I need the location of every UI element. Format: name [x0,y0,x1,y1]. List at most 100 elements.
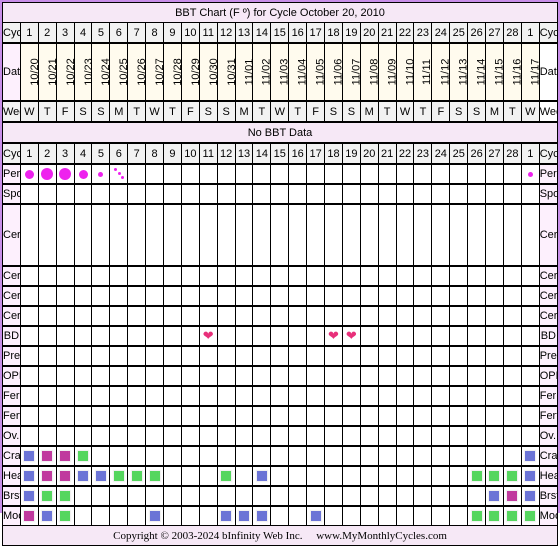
spotting-cell[interactable] [324,183,343,205]
cramps-cell[interactable] [431,445,451,467]
ov-pain-cell[interactable] [288,425,308,447]
fertmon-cell[interactable] [91,405,111,427]
ferning-cell[interactable] [288,385,308,407]
bd-cell[interactable] [73,325,93,347]
ov-pain-cell[interactable] [55,425,75,447]
preg-test-cell[interactable] [341,345,361,367]
preg-test-cell[interactable] [73,345,93,367]
fertmon-cell[interactable] [270,405,290,427]
cerv-pos-cell[interactable] [431,265,451,287]
brst-tend-cell[interactable] [324,485,343,507]
ov-pain-cell[interactable] [502,425,522,447]
preg-test-cell[interactable] [485,345,504,367]
bd-cell[interactable] [377,325,397,347]
cerv-fluid-cell[interactable] [270,203,290,267]
opk-cell[interactable] [73,365,93,387]
moody-cell[interactable] [145,505,165,526]
spotting-cell[interactable] [502,183,522,205]
cramps-cell[interactable] [91,445,111,467]
cerv-firm-cell[interactable] [37,285,57,307]
preg-test-cell[interactable] [467,345,487,367]
moody-cell[interactable] [127,505,147,526]
spotting-cell[interactable] [216,183,236,205]
fertmon-cell[interactable] [216,405,236,427]
cerv-pos-cell[interactable] [73,265,93,287]
cerv-opn-cell[interactable] [377,305,397,327]
brst-tend-cell[interactable] [163,485,182,507]
brst-tend-cell[interactable] [520,485,540,507]
period-cell[interactable] [252,163,272,185]
cerv-firm-cell[interactable] [91,285,111,307]
headache-cell[interactable] [73,465,93,487]
fertmon-cell[interactable] [288,405,308,427]
ov-pain-cell[interactable] [377,425,397,447]
spotting-cell[interactable] [91,183,111,205]
ferning-cell[interactable] [252,385,272,407]
period-cell[interactable] [502,163,522,185]
cerv-fluid-cell[interactable] [520,203,540,267]
cerv-opn-cell[interactable] [73,305,93,327]
moody-cell[interactable] [234,505,254,526]
spotting-cell[interactable] [377,183,397,205]
cerv-fluid-cell[interactable] [216,203,236,267]
headache-cell[interactable] [520,465,540,487]
bd-cell[interactable] [127,325,147,347]
ferning-cell[interactable] [395,385,415,407]
moody-cell[interactable] [449,505,469,526]
bd-cell[interactable] [288,325,308,347]
cerv-fluid-cell[interactable] [485,203,504,267]
cerv-fluid-cell[interactable] [19,203,39,267]
cerv-pos-cell[interactable] [502,265,522,287]
ferning-cell[interactable] [502,385,522,407]
ov-pain-cell[interactable] [37,425,57,447]
opk-cell[interactable] [341,365,361,387]
cerv-firm-cell[interactable] [520,285,540,307]
spotting-cell[interactable] [413,183,433,205]
cerv-fluid-cell[interactable] [73,203,93,267]
preg-test-cell[interactable] [216,345,236,367]
brst-tend-cell[interactable] [198,485,218,507]
bd-cell[interactable]: ❤ [341,325,361,347]
cerv-pos-cell[interactable] [520,265,540,287]
cerv-pos-cell[interactable] [324,265,343,287]
bd-cell[interactable] [413,325,433,347]
cerv-firm-cell[interactable] [431,285,451,307]
cerv-fluid-cell[interactable] [127,203,147,267]
preg-test-cell[interactable] [252,345,272,367]
period-cell[interactable] [449,163,469,185]
period-cell[interactable] [467,163,487,185]
period-cell[interactable] [19,163,39,185]
bd-cell[interactable] [467,325,487,347]
cerv-pos-cell[interactable] [377,265,397,287]
headache-cell[interactable] [449,465,469,487]
preg-test-cell[interactable] [270,345,290,367]
fertmon-cell[interactable] [431,405,451,427]
ov-pain-cell[interactable] [180,425,200,447]
cerv-fluid-cell[interactable] [55,203,75,267]
headache-cell[interactable] [341,465,361,487]
moody-cell[interactable] [485,505,504,526]
cerv-fluid-cell[interactable] [234,203,254,267]
fertmon-cell[interactable] [234,405,254,427]
cerv-firm-cell[interactable] [19,285,39,307]
cerv-opn-cell[interactable] [216,305,236,327]
ov-pain-cell[interactable] [109,425,129,447]
cerv-opn-cell[interactable] [109,305,129,327]
moody-cell[interactable] [288,505,308,526]
moody-cell[interactable] [324,505,343,526]
headache-cell[interactable] [145,465,165,487]
ov-pain-cell[interactable] [216,425,236,447]
moody-cell[interactable] [252,505,272,526]
cerv-pos-cell[interactable] [37,265,57,287]
brst-tend-cell[interactable] [180,485,200,507]
cerv-pos-cell[interactable] [449,265,469,287]
cerv-opn-cell[interactable] [359,305,379,327]
headache-cell[interactable] [91,465,111,487]
fertmon-cell[interactable] [109,405,129,427]
cramps-cell[interactable] [270,445,290,467]
cerv-opn-cell[interactable] [449,305,469,327]
spotting-cell[interactable] [180,183,200,205]
cerv-fluid-cell[interactable] [502,203,522,267]
bd-cell[interactable] [306,325,326,347]
moody-cell[interactable] [37,505,57,526]
